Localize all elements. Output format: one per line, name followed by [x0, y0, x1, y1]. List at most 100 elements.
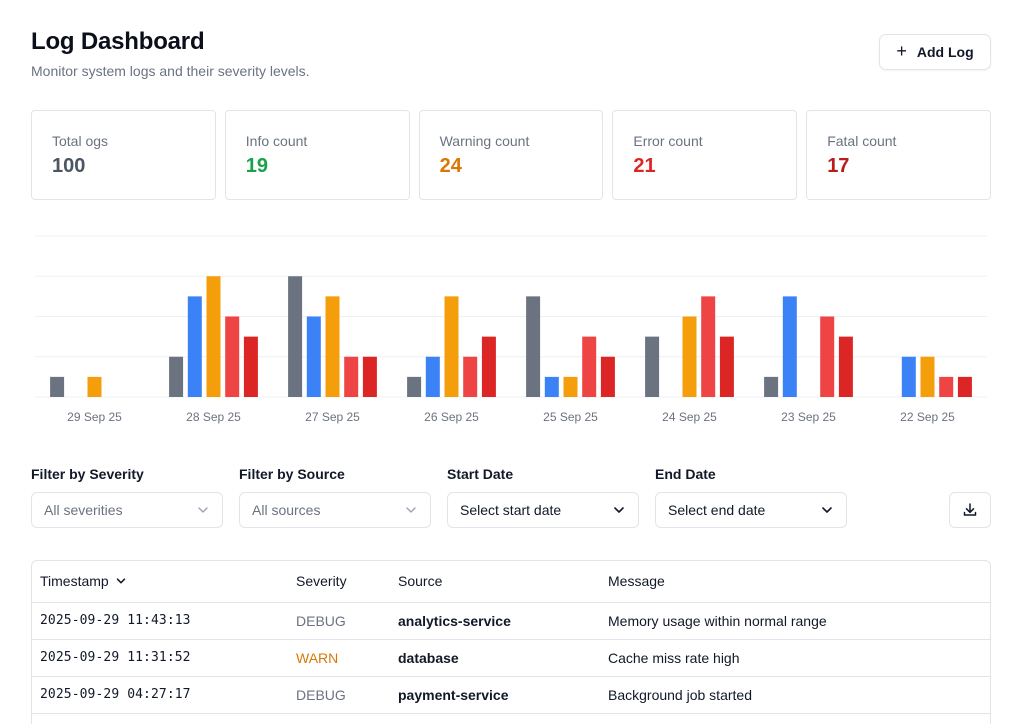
chart-bar [600, 356, 615, 397]
chart-bar [682, 316, 697, 397]
table-row[interactable]: 2025-09-29 11:43:13 DEBUG analytics-serv… [32, 602, 990, 640]
column-message: Message [600, 561, 990, 603]
column-severity: Severity [288, 561, 390, 603]
chart-bar [325, 296, 340, 397]
download-button[interactable] [949, 492, 991, 528]
filter-source: Filter by Source All sources [239, 466, 431, 528]
stat-card-info: Info count 19 [224, 110, 410, 200]
cell-severity: DEBUG [288, 676, 390, 714]
start-date-value: Select start date [460, 502, 562, 518]
column-source: Source [390, 561, 600, 603]
stat-card-warning: Warning count 24 [418, 110, 604, 200]
chart-bar [481, 336, 496, 397]
stat-card-error: Error count 21 [612, 110, 798, 200]
chart-svg: 29 Sep 25 28 Sep 25 27 Sep 25 26 Sep 25 25 S… [35, 235, 987, 424]
cell-source: database [390, 639, 600, 677]
cell-source: payment-service [390, 676, 600, 714]
table-row-partial [32, 713, 990, 724]
chart-bar [939, 376, 954, 397]
chart-bar [425, 356, 440, 397]
filter-source-label: Filter by Source [239, 466, 345, 482]
severity-select-value: All severities [44, 502, 123, 518]
chart-bar [362, 356, 377, 397]
chart-bar [87, 376, 102, 397]
add-log-button[interactable]: + Add Log [879, 34, 991, 70]
chevron-down-icon [198, 507, 208, 513]
chart-bar [288, 276, 303, 397]
chart-bar [957, 376, 972, 397]
chart-bar [169, 356, 184, 397]
column-timestamp-label: Timestamp [40, 573, 109, 590]
chart-bar [463, 356, 478, 397]
stat-value: 100 [52, 155, 86, 177]
chart-bar [838, 336, 853, 397]
cell-severity: WARN [288, 639, 390, 677]
chart-bar [544, 376, 559, 397]
x-tick-label: 29 Sep 25 [67, 410, 122, 424]
chart-bar [306, 316, 321, 397]
x-tick-label: 27 Sep 25 [305, 410, 360, 424]
x-tick-label: 25 Sep 25 [543, 410, 598, 424]
stat-label: Total ogs [52, 133, 109, 149]
end-date-picker[interactable]: Select end date [655, 492, 847, 528]
stat-label: Error count [633, 133, 703, 149]
stat-card-fatal: Fatal count 17 [806, 110, 991, 200]
source-select[interactable]: All sources [239, 492, 431, 528]
chevron-down-icon [406, 507, 416, 513]
chart-bar [582, 336, 597, 397]
chart-bar [764, 376, 779, 397]
x-tick-label: 24 Sep 25 [662, 410, 717, 424]
table-header-row: Timestamp Severity Source Message [32, 561, 990, 603]
cell-severity: DEBUG [288, 602, 390, 640]
cell-message: Memory usage within normal range [600, 602, 990, 640]
chevron-down-icon [614, 507, 624, 513]
stats-cards: Total ogs 100 Info count 19 Warning coun… [31, 110, 991, 200]
end-date-label: End Date [655, 466, 716, 482]
start-date-label: Start Date [447, 466, 514, 482]
filter-start-date: Start Date Select start date [447, 466, 639, 528]
stat-label: Info count [245, 133, 308, 149]
chart-bar [526, 296, 541, 397]
cell-message: Background job started [600, 676, 990, 714]
chart-bar [701, 296, 716, 397]
severity-bar-chart: 29 Sep 25 28 Sep 25 27 Sep 25 26 Sep 25 25 S… [31, 228, 991, 434]
start-date-picker[interactable]: Select start date [447, 492, 639, 528]
table-row[interactable] [32, 713, 990, 724]
chart-bar [563, 376, 578, 397]
chart-bar [782, 296, 797, 397]
x-tick-label: 23 Sep 25 [781, 410, 836, 424]
chart-bar [444, 296, 459, 397]
stat-card-total: Total ogs 100 [31, 110, 216, 200]
sort-chevron-icon [116, 578, 125, 584]
filters-bar: Filter by Severity All severities Filter… [31, 466, 991, 530]
chart-bar [901, 356, 916, 397]
filter-severity: Filter by Severity All severities [31, 466, 223, 528]
stat-value: 17 [827, 155, 850, 177]
chart-bar [645, 336, 660, 397]
add-log-label: Add Log [916, 44, 974, 60]
chart-bar [344, 356, 359, 397]
source-select-value: All sources [252, 502, 321, 518]
cell-timestamp: 2025-09-29 11:31:52 [32, 639, 288, 677]
table-row[interactable]: 2025-09-29 11:31:52 WARN database Cache … [32, 639, 990, 677]
x-tick-label: 22 Sep 25 [900, 410, 955, 424]
chart-bar [920, 356, 935, 397]
cell-message: Cache miss rate high [600, 639, 990, 677]
cell-source: analytics-service [390, 602, 600, 640]
cell-timestamp: 2025-09-29 04:27:17 [32, 676, 288, 714]
page-title: Log Dashboard [31, 28, 205, 55]
x-tick-label: 28 Sep 25 [186, 410, 241, 424]
download-icon [963, 503, 977, 516]
chart-bar [719, 336, 734, 397]
stat-value: 24 [439, 155, 462, 177]
table-row[interactable]: 2025-09-29 04:27:17 DEBUG payment-servic… [32, 676, 990, 714]
stat-value: 21 [633, 155, 656, 177]
page-subtitle: Monitor system logs and their severity l… [31, 63, 310, 79]
column-timestamp[interactable]: Timestamp [32, 561, 288, 603]
filter-end-date: End Date Select end date [655, 466, 847, 528]
x-tick-label: 26 Sep 25 [424, 410, 479, 424]
severity-select[interactable]: All severities [31, 492, 223, 528]
page-header: Log Dashboard Monitor system logs and th… [31, 28, 310, 79]
end-date-value: Select end date [668, 502, 766, 518]
chart-bar [407, 376, 422, 397]
